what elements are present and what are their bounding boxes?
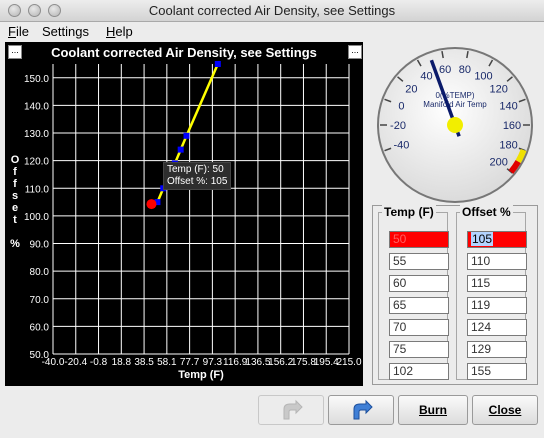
gauge-tick-label: 0 — [398, 101, 404, 113]
gauge-tick-label: -40 — [393, 139, 409, 151]
undo-button[interactable] — [258, 395, 324, 425]
close-button-label: Close — [488, 403, 522, 417]
gauge-tick-label: 180 — [499, 139, 517, 151]
curve-chart[interactable]: -40.0 -20.4 -0.8 18.8 38.5 58.1 77.7 97.3 116.91… — [5, 42, 363, 386]
y-tick-label: 150.0 — [24, 74, 49, 85]
gauge-tick-label: 20 — [405, 83, 417, 95]
temp-cell[interactable]: 55 — [389, 253, 449, 270]
curve-point — [177, 146, 184, 153]
menu-help[interactable]: Help — [106, 24, 133, 39]
offset-cell-selection: 105 — [471, 232, 494, 246]
offset-column: Offset % 105 110 115 119 124 129 155 — [456, 205, 527, 380]
gauge-hub — [447, 117, 463, 133]
x-tick-label: 97.3 — [203, 357, 223, 368]
x-tick-label: -20.4 — [64, 357, 87, 368]
x-tick-label: 58.1 — [157, 357, 177, 368]
close-button[interactable]: Close — [472, 395, 538, 425]
undo-arrow-icon — [283, 399, 303, 420]
redo-arrow-icon — [353, 399, 373, 420]
gauge-tick-label: 80 — [459, 64, 471, 76]
gauge-tick-label: 40 — [420, 71, 432, 83]
temp-cell[interactable]: 60 — [389, 275, 449, 292]
x-tick-label: 116.9 — [223, 357, 248, 368]
y-tick-label: 100.0 — [24, 212, 49, 223]
y-axis-label: O f f s e t % — [10, 154, 20, 250]
selected-point-marker — [146, 199, 157, 210]
window-title: Coolant corrected Air Density, see Setti… — [148, 3, 396, 18]
title-bar: Coolant corrected Air Density, see Setti… — [0, 0, 544, 22]
burn-button[interactable]: Burn — [398, 395, 468, 425]
gauge-tick-label: -20 — [390, 120, 406, 132]
offset-cell[interactable]: 129 — [467, 341, 527, 358]
manifold-air-temp-gauge: -40-200204060 801001201401601802000(%TEMP… — [377, 47, 533, 203]
burn-button-label: Burn — [419, 403, 447, 417]
point-tooltip: Temp (F): 50 Offset %: 105 — [163, 162, 232, 190]
offset-cell[interactable]: 155 — [467, 363, 527, 380]
temp-cell[interactable]: 102 — [389, 363, 449, 380]
gauge-tick-label: 200 — [489, 157, 507, 169]
y-tick-label: 110.0 — [25, 184, 50, 195]
x-tick-label: 38.5 — [134, 357, 154, 368]
y-tick-label: 80.0 — [30, 267, 50, 278]
menu-file[interactable]: File — [8, 24, 29, 39]
offset-cell[interactable]: 105 — [467, 231, 527, 248]
y-tick-label: 50.0 — [30, 350, 50, 361]
offset-column-header: Offset % — [460, 205, 513, 219]
gauge-tick-label: 100 — [474, 71, 492, 83]
chart-title: Coolant corrected Air Density, see Setti… — [51, 45, 317, 60]
y-tick-label: 90.0 — [30, 240, 50, 251]
x-tick-label: 215.0 — [336, 357, 361, 368]
offset-cell[interactable]: 115 — [467, 275, 527, 292]
temp-cell[interactable]: 65 — [389, 297, 449, 314]
gauge-tick-label: 140 — [499, 101, 517, 113]
y-tick-label: 60.0 — [30, 322, 50, 333]
offset-cell[interactable]: 119 — [467, 297, 527, 314]
x-tick-label: 156.2 — [268, 357, 293, 368]
x-tick-label: 18.8 — [112, 357, 132, 368]
temp-column-header: Temp (F) — [382, 205, 436, 219]
y-tick-label: 120.0 — [24, 157, 49, 168]
x-tick-label: 175.8 — [291, 357, 316, 368]
tooltip-temp: Temp (F): 50 — [167, 164, 224, 175]
x-tick-label: -0.8 — [90, 357, 108, 368]
offset-cell[interactable]: 110 — [467, 253, 527, 270]
temp-cell[interactable]: 75 — [389, 341, 449, 358]
gauge-tick-label: 120 — [489, 83, 507, 95]
temp-cell[interactable]: 50 — [389, 231, 449, 248]
x-axis-label: Temp (F) — [178, 369, 224, 381]
x-tick-label: 195.4 — [314, 357, 339, 368]
temp-column: Temp (F) 50 55 60 65 70 75 102 — [378, 205, 449, 380]
menu-settings[interactable]: Settings — [42, 24, 89, 39]
y-tick-label: 130.0 — [24, 129, 49, 140]
menu-bar: File Settings Help — [0, 22, 544, 41]
curve-point — [183, 132, 190, 139]
y-tick-label: 140.0 — [24, 101, 49, 112]
curve-point — [214, 61, 221, 67]
gauge-title: Manifold Air Temp — [423, 100, 487, 109]
temp-cell[interactable]: 70 — [389, 319, 449, 336]
x-tick-label: 77.7 — [180, 357, 200, 368]
y-tick-label: 70.0 — [30, 295, 50, 306]
offset-cell[interactable]: 124 — [467, 319, 527, 336]
redo-button[interactable] — [328, 395, 394, 425]
gauge-tick-label: 160 — [503, 120, 521, 132]
x-tick-label: 136.5 — [245, 357, 270, 368]
curve-table: Temp (F) 50 55 60 65 70 75 102 Offset % 105 110… — [372, 205, 538, 385]
tooltip-offset: Offset %: 105 — [167, 176, 228, 187]
gauge-tick-label: 60 — [439, 64, 451, 76]
chart-panel[interactable]: -40.0 -20.4 -0.8 18.8 38.5 58.1 77.7 97.3 116.9 1… — [5, 42, 363, 386]
